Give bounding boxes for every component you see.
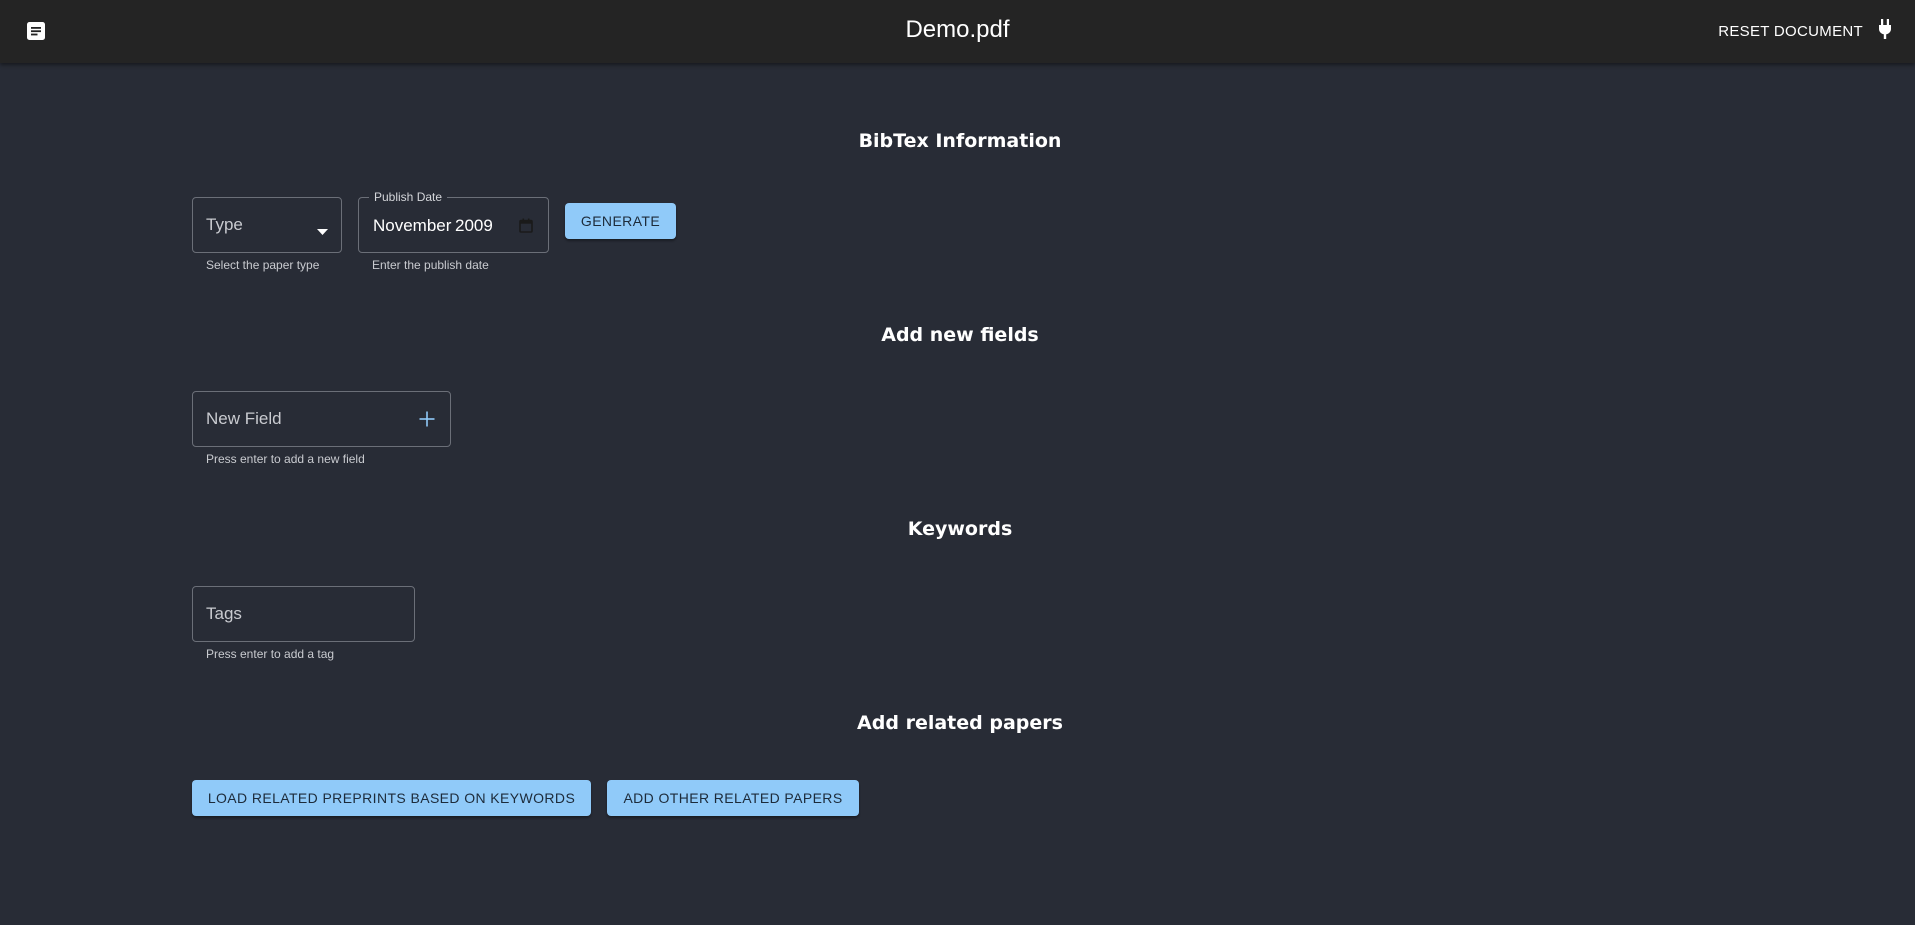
publish-date-helper-text: Enter the publish date: [372, 258, 489, 272]
tags-placeholder: Tags: [206, 604, 242, 623]
document-title: Demo.pdf: [905, 16, 1010, 43]
publish-date-label: Publish Date: [369, 190, 448, 204]
generate-button[interactable]: GENERATE: [565, 203, 676, 239]
publish-date-month: November: [373, 216, 452, 235]
plus-icon[interactable]: [419, 411, 435, 432]
app-bar: Demo.pdf RESET DOCUMENT: [0, 0, 1915, 63]
new-field-input[interactable]: New Field: [192, 391, 451, 447]
related-papers-heading: Add related papers: [857, 712, 1063, 734]
caret-down-icon: [317, 222, 328, 240]
calendar-icon[interactable]: [519, 218, 533, 238]
new-field-helper-text: Press enter to add a new field: [206, 452, 365, 466]
new-field-placeholder: New Field: [206, 409, 282, 428]
type-select[interactable]: Type: [192, 197, 342, 253]
tags-helper-text: Press enter to add a tag: [206, 647, 335, 661]
description-icon[interactable]: [22, 18, 50, 44]
add-other-related-papers-button[interactable]: ADD OTHER RELATED PAPERS: [607, 780, 859, 816]
new-fields-heading: Add new fields: [881, 324, 1039, 346]
type-select-placeholder: Type: [206, 215, 243, 234]
publish-date-year: 2009: [455, 216, 493, 235]
publish-date-input[interactable]: Publish Date November 2009: [358, 190, 549, 253]
plug-icon: [1877, 18, 1893, 44]
load-related-preprints-button[interactable]: LOAD RELATED PREPRINTS BASED ON KEYWORDS: [192, 780, 591, 816]
bibtex-heading: BibTex Information: [858, 130, 1062, 152]
keywords-heading: Keywords: [907, 518, 1013, 540]
type-helper-text: Select the paper type: [206, 258, 320, 272]
reset-document-button[interactable]: RESET DOCUMENT: [1718, 18, 1893, 44]
tags-input[interactable]: Tags: [192, 586, 415, 642]
reset-document-label: RESET DOCUMENT: [1718, 22, 1863, 40]
